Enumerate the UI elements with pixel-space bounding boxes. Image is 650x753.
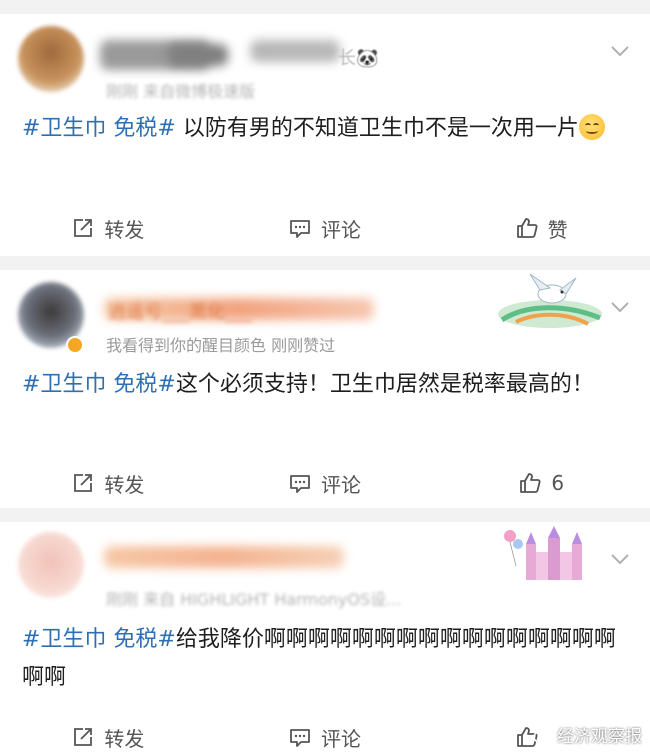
share-icon (74, 474, 93, 492)
comment-icon (290, 729, 310, 747)
post-text: #卫生巾 免税#这个必须支持！卫生巾居然是税率最高的！ (22, 366, 630, 404)
weibo-logo-icon (533, 726, 553, 744)
post-body: 这个必须支持！卫生巾居然是税率最高的！ (175, 372, 594, 397)
username-redacted (250, 40, 340, 62)
repost-label: 转发 (104, 472, 145, 497)
like-button[interactable]: 赞 (433, 213, 650, 243)
username[interactable]: 逍遥亏___黑化___ (108, 298, 252, 324)
username-suffix: 长🐼 (338, 48, 379, 69)
post-card: 长🐼 刚刚 来自微博极速版 #卫生巾 免税# 以防有男的不知道卫生巾不是一次用一… (0, 14, 650, 256)
avatar[interactable] (18, 26, 84, 92)
post-meta: 刚刚 来自 HIGHLIGHT HarmonyOS设... (106, 590, 402, 609)
thumbs-up-icon (516, 218, 538, 238)
repost-button[interactable]: 转发 (0, 722, 217, 752)
chevron-down-icon[interactable] (610, 44, 630, 58)
username-redacted (168, 44, 228, 66)
chevron-down-icon[interactable] (610, 552, 630, 566)
username-redacted (104, 546, 344, 568)
verified-badge-icon (66, 336, 84, 354)
action-bar: 转发 评论 6 (0, 468, 650, 498)
hashtag-link[interactable]: #卫生巾 免税# (22, 627, 176, 652)
repost-button[interactable]: 转发 (0, 213, 217, 243)
hashtag-link[interactable]: #卫生巾 免税# (22, 116, 176, 141)
post-card: 刚刚 来自 HIGHLIGHT HarmonyOS设... #卫生巾 免税#给我… (0, 522, 650, 753)
comment-icon (290, 475, 310, 493)
comment-button[interactable]: 评论 (217, 468, 434, 498)
comment-button[interactable]: 评论 (217, 213, 434, 243)
share-icon (74, 219, 93, 237)
repost-button[interactable]: 转发 (0, 468, 217, 498)
thumbs-up-icon (520, 473, 541, 493)
watermark-text: 经济观察报 (557, 727, 642, 747)
post-meta: 刚刚 来自微博极速版 (106, 82, 256, 101)
repost-label: 转发 (104, 217, 145, 242)
like-label: 赞 (547, 217, 568, 242)
comment-icon (290, 220, 310, 238)
like-count: 6 (551, 471, 565, 495)
post-text: #卫生巾 免税# 以防有男的不知道卫生巾不是一次用一片 (22, 110, 630, 148)
comment-label: 评论 (321, 217, 361, 242)
comment-label: 评论 (321, 472, 361, 497)
like-button[interactable]: 6 (433, 468, 650, 498)
share-icon (74, 728, 93, 746)
post-text: #卫生巾 免税#给我降价啊啊啊啊啊啊啊啊啊啊啊啊啊啊啊啊啊啊 (22, 621, 630, 697)
comment-label: 评论 (321, 726, 361, 751)
watermark: 经济观察报 (533, 722, 642, 747)
post-meta: 我看得到你的醒目颜色 刚刚赞过 (106, 336, 336, 355)
castle-card-decoration (504, 526, 582, 580)
chevron-down-icon[interactable] (610, 300, 630, 314)
dove-card-decoration (498, 273, 602, 328)
repost-label: 转发 (104, 726, 145, 751)
hashtag-link[interactable]: #卫生巾 免税# (22, 372, 176, 397)
avatar[interactable] (18, 532, 84, 598)
post-body: 以防有男的不知道卫生巾不是一次用一片 (175, 116, 579, 141)
action-bar: 转发 评论 赞 (0, 213, 650, 243)
comment-button[interactable]: 评论 (217, 722, 434, 752)
smile-emoji-icon (578, 114, 605, 140)
post-card: 逍遥亏___黑化___ 我看得到你的醒目颜色 刚刚赞过 #卫生巾 免税#这个必须… (0, 270, 650, 508)
